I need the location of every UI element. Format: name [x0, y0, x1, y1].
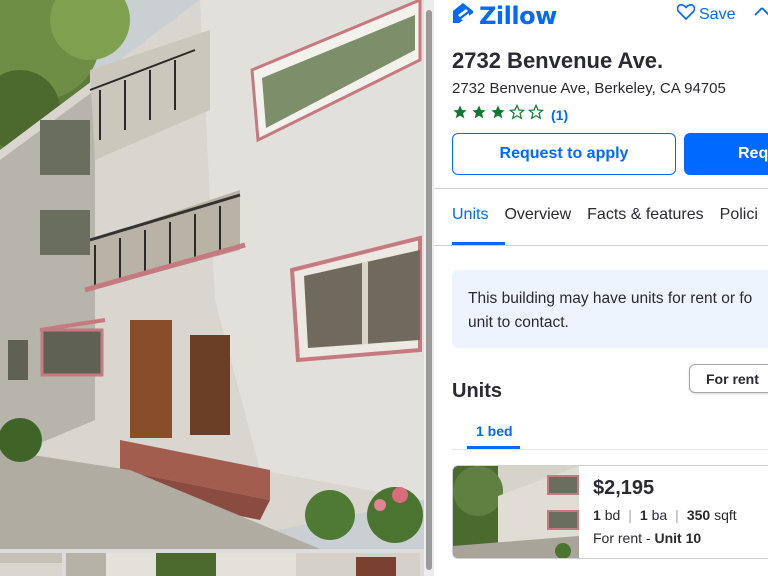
- tab-overview[interactable]: Overview: [504, 206, 571, 224]
- sqft-unit: sqft: [714, 507, 737, 523]
- request-tour-button[interactable]: Req: [684, 133, 768, 175]
- photo-thumbnail[interactable]: [0, 553, 62, 576]
- share-icon[interactable]: [754, 4, 768, 29]
- divider: [434, 245, 768, 246]
- listing-title: 2732 Benvenue Ave.: [452, 48, 664, 73]
- photo-gallery[interactable]: [0, 0, 424, 576]
- unit-price: $2,195: [593, 477, 655, 499]
- spec-separator: |: [675, 507, 679, 523]
- for-rent-filter-button[interactable]: For rent: [689, 364, 768, 393]
- listing-address: 2732 Benvenue Ave, Berkeley, CA 94705: [452, 80, 726, 97]
- listing-panel: Zillow Save 2732 Benvenue Ave. 2732 Benv…: [434, 0, 768, 576]
- units-heading: Units: [452, 380, 502, 402]
- notice-line: This building may have units for rent or…: [468, 290, 753, 307]
- heart-icon: [676, 4, 696, 25]
- notice-line: unit to contact.: [468, 314, 569, 331]
- unit-specs: 1 bd | 1 ba | 350 sqft: [593, 507, 737, 523]
- zillow-logo-text: Zillow: [479, 1, 557, 30]
- availability-notice: This building may have units for rent or…: [452, 270, 768, 348]
- zillow-logo-icon: [451, 1, 475, 30]
- zillow-logo[interactable]: Zillow: [451, 1, 557, 30]
- star-rating[interactable]: (1): [452, 103, 568, 125]
- baths-value: 1: [639, 507, 648, 523]
- unit-status: For rent - Unit 10: [593, 530, 701, 546]
- star-filled-icon: [471, 104, 487, 125]
- divider: [434, 188, 768, 189]
- section-tabs: Units Overview Facts & features Polici: [452, 206, 768, 224]
- spec-separator: |: [628, 507, 632, 523]
- tab-facts-features[interactable]: Facts & features: [587, 206, 704, 224]
- rating-count[interactable]: (1): [551, 107, 568, 123]
- photo-thumbnail[interactable]: [66, 553, 420, 576]
- save-button[interactable]: Save: [676, 4, 736, 25]
- star-filled-icon: [490, 104, 506, 125]
- beds-value: 1: [593, 507, 601, 523]
- tab-policies[interactable]: Polici: [720, 206, 758, 224]
- tab-1-bed[interactable]: 1 bed: [476, 423, 513, 439]
- star-empty-icon: [508, 103, 526, 125]
- star-empty-icon: [527, 103, 545, 125]
- unit-card[interactable]: $2,195 1 bd | 1 ba | 350 sqft For rent -…: [452, 465, 768, 559]
- unit-photo[interactable]: [453, 466, 579, 558]
- scrollbar[interactable]: [424, 0, 434, 576]
- unit-name: Unit 10: [654, 530, 702, 546]
- status-label: For rent -: [593, 530, 655, 546]
- main-building-photo[interactable]: [0, 0, 424, 549]
- top-bar: Zillow Save: [434, 0, 768, 30]
- save-label: Save: [699, 5, 736, 23]
- baths-unit: ba: [651, 507, 668, 523]
- scrollbar-thumb[interactable]: [426, 10, 432, 570]
- divider: [452, 449, 768, 450]
- beds-unit: bd: [604, 507, 621, 523]
- tab-units[interactable]: Units: [452, 206, 488, 224]
- star-filled-icon: [452, 104, 468, 125]
- sqft-value: 350: [686, 507, 711, 523]
- request-to-apply-button[interactable]: Request to apply: [452, 133, 676, 175]
